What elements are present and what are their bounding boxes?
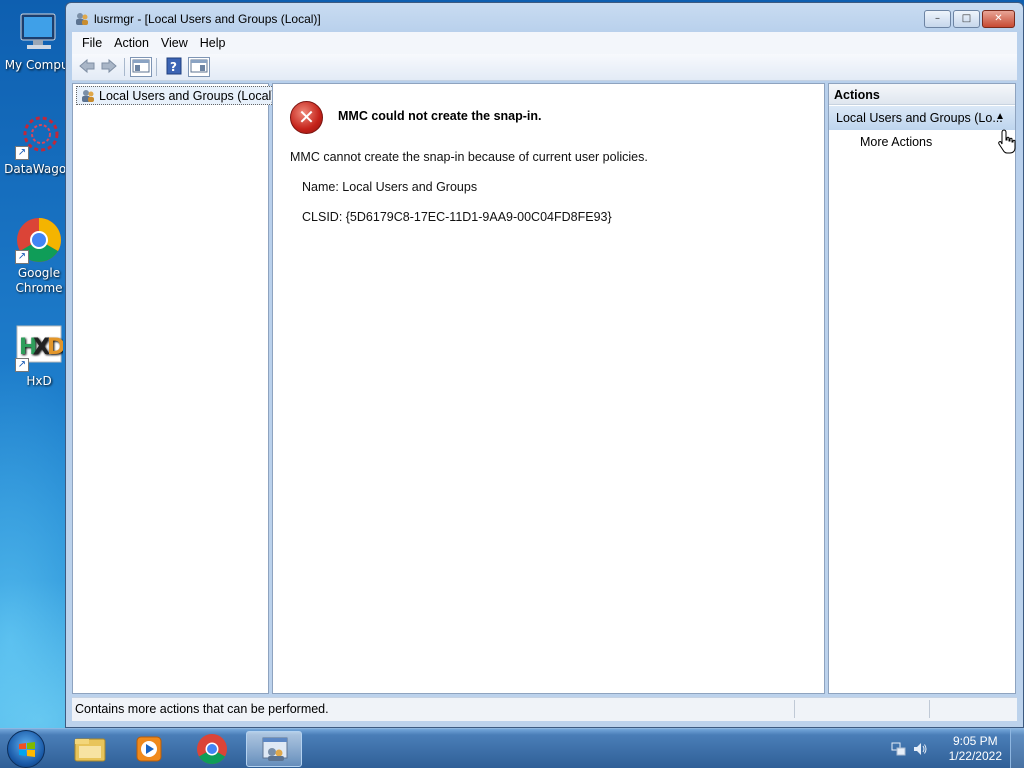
media-player-icon [136,736,162,762]
menu-file[interactable]: File [76,36,108,50]
status-separator [794,700,795,718]
status-bar: Contains more actions that can be perfor… [72,697,1017,721]
shortcut-arrow-icon: ↗ [15,146,29,160]
error-title: MMC could not create the snap-in. [338,109,542,123]
computer-icon [15,8,63,56]
datawagon-icon: ↗ [15,112,63,160]
show-hide-tree-icon[interactable] [130,57,152,77]
clock[interactable]: 9:05 PM 1/22/2022 [949,734,1002,764]
network-icon[interactable] [891,741,907,757]
window-title: lusrmgr - [Local Users and Groups (Local… [94,12,321,26]
svg-text:?: ? [170,60,177,74]
title-bar[interactable]: lusrmgr - [Local Users and Groups (Local… [66,3,1023,33]
taskbar: 9:05 PM 1/22/2022 [0,728,1024,768]
clock-time: 9:05 PM [952,734,998,748]
close-button[interactable]: ✕ [982,10,1015,28]
console-tree-pane: Local Users and Groups (Local) [72,83,281,694]
mmc-icon [262,737,288,761]
toolbar-separator [124,58,125,76]
menu-action[interactable]: Action [108,36,155,50]
lusrmgr-app-icon [74,11,90,27]
taskbar-media-player[interactable] [121,731,177,767]
toolbar: ? [72,54,1017,81]
forward-arrow-icon[interactable] [98,57,120,77]
result-pane: ✕ MMC could not create the snap-in. MMC … [272,83,825,694]
menu-help[interactable]: Help [194,36,232,50]
show-hide-action-pane-icon[interactable] [188,57,210,77]
hand-cursor-icon [998,129,1016,155]
help-icon[interactable]: ? [163,57,185,77]
shortcut-arrow-icon: ↗ [15,250,29,264]
actions-pane: Actions Local Users and Groups (Lo... ▲ … [828,83,1016,694]
hxd-icon: H X D ↗ [15,324,65,372]
snapin-name: Name: Local Users and Groups [302,180,478,194]
collapse-triangle-icon[interactable]: ▲ [995,111,1005,122]
volume-icon[interactable] [912,741,928,757]
actions-group-local-users-and-groups[interactable]: Local Users and Groups (Lo... ▲ [829,106,1015,130]
system-tray: 9:05 PM 1/22/2022 [879,729,1024,768]
chrome-icon [197,734,227,765]
menu-bar: File Action View Help [72,32,1017,54]
more-actions-item[interactable]: More Actions [860,135,932,149]
users-groups-icon [80,88,96,104]
maximize-button[interactable]: □ [953,10,980,28]
taskbar-mmc[interactable] [246,731,302,767]
windows-logo-icon [19,742,35,757]
tree-item-label: Local Users and Groups (Local) [99,89,276,103]
show-desktop-button[interactable] [1010,729,1024,768]
error-icon: ✕ [290,101,323,134]
status-text: Contains more actions that can be perfor… [75,702,329,716]
taskbar-explorer[interactable] [62,731,118,767]
taskbar-chrome[interactable] [184,731,240,767]
toolbar-separator [156,58,157,76]
snapin-clsid: CLSID: {5D6179C8-17EC-11D1-9AA9-00C04FD8… [302,210,612,224]
clock-date: 1/22/2022 [948,749,1002,763]
svg-text:D: D [47,335,63,360]
chrome-icon: ↗ [15,216,63,264]
mmc-window: lusrmgr - [Local Users and Groups (Local… [65,2,1024,728]
shortcut-arrow-icon: ↗ [15,358,29,372]
explorer-icon [74,738,106,762]
actions-header: Actions [829,84,1015,105]
status-separator [929,700,930,718]
minimize-button[interactable]: – [924,10,951,28]
back-arrow-icon[interactable] [76,57,98,77]
actions-group-label: Local Users and Groups (Lo... [836,111,1003,125]
tree-item-local-users-and-groups[interactable]: Local Users and Groups (Local) [76,86,281,105]
menu-view[interactable]: View [155,36,194,50]
error-message: MMC cannot create the snap-in because of… [290,150,648,164]
start-button[interactable] [7,730,45,768]
